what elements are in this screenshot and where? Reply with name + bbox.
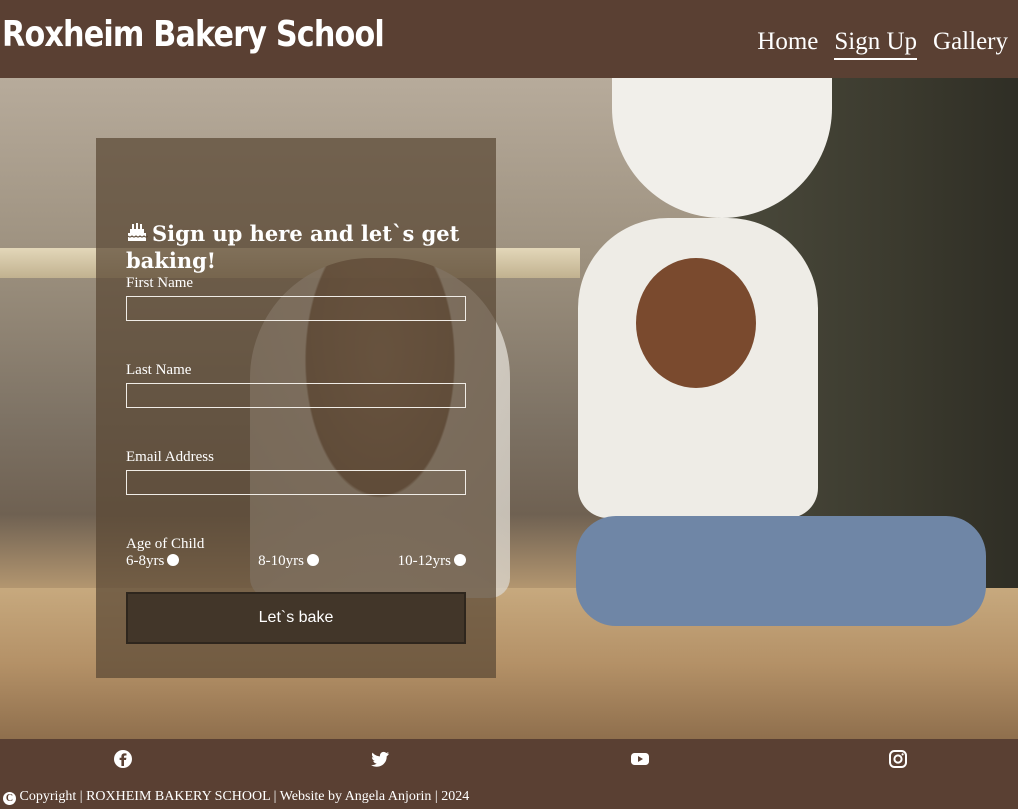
- email-field: Email Address: [126, 448, 466, 495]
- first-name-input[interactable]: [126, 296, 466, 321]
- copyright-label: Copyright | ROXHEIM BAKERY SCHOOL | Webs…: [19, 789, 470, 804]
- site-logo-title[interactable]: Roxheim Bakery School: [2, 14, 385, 55]
- age-label: Age of Child: [126, 536, 205, 552]
- nav-gallery[interactable]: Gallery: [933, 28, 1008, 60]
- copyright-text: C Copyright | ROXHEIM BAKERY SCHOOL | We…: [3, 789, 469, 805]
- youtube-icon[interactable]: [630, 749, 650, 769]
- first-name-label: First Name: [126, 275, 194, 291]
- site-footer: C Copyright | ROXHEIM BAKERY SCHOOL | We…: [0, 739, 1018, 809]
- email-label: Email Address: [126, 449, 214, 465]
- age-radio-8-10[interactable]: [306, 553, 319, 566]
- submit-button[interactable]: Let`s bake: [126, 592, 466, 644]
- signup-form: Sign up here and let`s get baking! First…: [96, 138, 496, 678]
- last-name-input[interactable]: [126, 383, 466, 408]
- age-option-8-10[interactable]: 8-10yrs: [258, 553, 319, 570]
- facebook-icon[interactable]: [113, 749, 133, 769]
- last-name-field: Last Name: [126, 361, 466, 408]
- hero-child-face: [636, 258, 756, 388]
- cake-icon: [126, 221, 149, 243]
- form-title: Sign up here and let`s get baking!: [126, 220, 466, 274]
- email-input[interactable]: [126, 470, 466, 495]
- twitter-icon[interactable]: [370, 749, 390, 769]
- age-radio-group: 6-8yrs 8-10yrs 10-12yrs: [126, 553, 466, 570]
- form-title-text: Sign up here and let`s get baking!: [126, 221, 460, 273]
- site-header: Roxheim Bakery School Home Sign Up Galle…: [0, 0, 1018, 78]
- hero-child-legs: [576, 516, 986, 626]
- age-option-label: 8-10yrs: [258, 553, 304, 569]
- last-name-label: Last Name: [126, 362, 192, 378]
- nav-sign-up[interactable]: Sign Up: [834, 28, 918, 60]
- nav-home[interactable]: Home: [757, 28, 818, 60]
- first-name-field: First Name: [126, 274, 466, 321]
- age-option-6-8[interactable]: 6-8yrs: [126, 553, 180, 570]
- copyright-icon: C: [3, 792, 16, 805]
- age-field: Age of Child 6-8yrs 8-10yrs 10-12yrs: [126, 535, 466, 570]
- age-option-label: 6-8yrs: [126, 553, 165, 569]
- social-links: [0, 749, 1018, 769]
- instagram-icon[interactable]: [888, 749, 908, 769]
- age-radio-6-8[interactable]: [167, 553, 180, 566]
- age-radio-10-12[interactable]: [453, 553, 466, 566]
- age-option-10-12[interactable]: 10-12yrs: [398, 553, 466, 570]
- age-option-label: 10-12yrs: [397, 553, 451, 569]
- main-nav: Home Sign Up Gallery: [757, 28, 1008, 60]
